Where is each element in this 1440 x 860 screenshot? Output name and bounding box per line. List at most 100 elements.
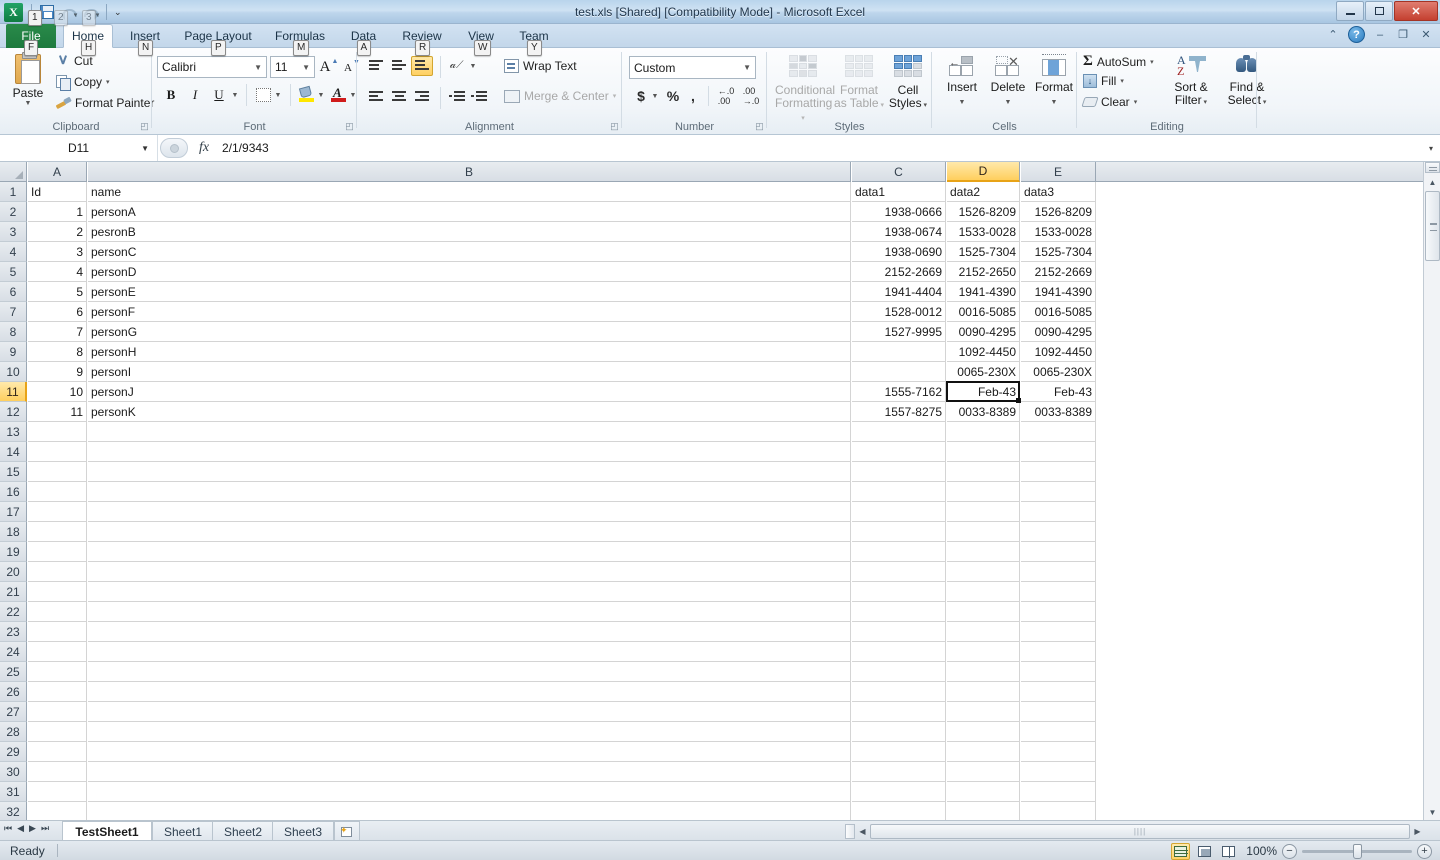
cell-E28[interactable] (1021, 722, 1096, 742)
delete-cells-dropdown-icon[interactable]: ▼ (1005, 99, 1012, 106)
format-as-table-button[interactable]: Format as Table ▾ (834, 53, 884, 112)
row-header-16[interactable]: 16 (0, 482, 27, 502)
collapse-ribbon-button[interactable]: ⌃ (1325, 27, 1341, 43)
cell-D24[interactable] (947, 642, 1020, 662)
increase-indent-button[interactable] (469, 88, 489, 106)
cell-A8[interactable]: 7 (28, 322, 87, 342)
row-header-19[interactable]: 19 (0, 542, 27, 562)
cell-B21[interactable] (88, 582, 851, 602)
cell-C17[interactable] (852, 502, 946, 522)
cell-C3[interactable]: 1938-0674 (852, 222, 946, 242)
formula-bar-buttons[interactable] (160, 138, 188, 158)
comma-format-button[interactable]: , (684, 86, 702, 106)
cell-D14[interactable] (947, 442, 1020, 462)
ribbon-restore-button[interactable]: ❐ (1395, 27, 1411, 43)
nav-next-sheet-button[interactable]: ▶ (29, 823, 36, 834)
cell-D22[interactable] (947, 602, 1020, 622)
column-header-C[interactable]: C (852, 162, 946, 182)
row-header-4[interactable]: 4 (0, 242, 27, 262)
cell-C19[interactable] (852, 542, 946, 562)
cell-D2[interactable]: 1526-8209 (947, 202, 1020, 222)
cell-B25[interactable] (88, 662, 851, 682)
cell-E17[interactable] (1021, 502, 1096, 522)
increase-decimal-button[interactable]: ←.0.00 (714, 86, 738, 106)
font-size-combo[interactable]: 11 ▼ (270, 56, 315, 78)
cell-B26[interactable] (88, 682, 851, 702)
window-minimize-button[interactable] (1336, 1, 1364, 21)
cell-B15[interactable] (88, 462, 851, 482)
font-color-button[interactable]: A (330, 85, 347, 103)
nav-first-sheet-button[interactable]: ⏮ (4, 823, 12, 834)
cell-C8[interactable]: 1527-9995 (852, 322, 946, 342)
fill-color-dropdown-button[interactable]: ▼ (316, 88, 326, 102)
grow-font-button[interactable]: A ▲ (319, 57, 339, 77)
cell-B29[interactable] (88, 742, 851, 762)
borders-button[interactable] (254, 86, 272, 103)
bottom-align-button[interactable] (411, 56, 433, 76)
cell-C32[interactable] (852, 802, 946, 822)
row-header-13[interactable]: 13 (0, 422, 27, 442)
row-header-2[interactable]: 2 (0, 202, 27, 222)
cell-B28[interactable] (88, 722, 851, 742)
scroll-right-button[interactable]: ▶ (1410, 824, 1425, 839)
cell-A20[interactable] (28, 562, 87, 582)
cell-E23[interactable] (1021, 622, 1096, 642)
cell-A1[interactable]: Id (28, 182, 87, 202)
cell-A7[interactable]: 6 (28, 302, 87, 322)
row-header-17[interactable]: 17 (0, 502, 27, 522)
bold-button[interactable]: B (160, 84, 182, 105)
column-header-E[interactable]: E (1021, 162, 1096, 182)
cell-E12[interactable]: 0033-8389 (1021, 402, 1096, 422)
cell-styles-dropdown-icon[interactable]: ▾ (922, 102, 928, 109)
row-header-6[interactable]: 6 (0, 282, 27, 302)
middle-align-button[interactable] (388, 56, 410, 76)
cell-C1[interactable]: data1 (852, 182, 946, 202)
cell-B22[interactable] (88, 602, 851, 622)
orientation-dropdown-button[interactable]: ▼ (468, 59, 478, 73)
zoom-slider-thumb[interactable] (1353, 843, 1362, 859)
cell-E2[interactable]: 1526-8209 (1021, 202, 1096, 222)
cell-B2[interactable]: personA (88, 202, 851, 222)
row-header-30[interactable]: 30 (0, 762, 27, 782)
cell-E32[interactable] (1021, 802, 1096, 822)
cell-E21[interactable] (1021, 582, 1096, 602)
cell-D31[interactable] (947, 782, 1020, 802)
autosum-button[interactable]: Σ AutoSum ▾ (1083, 53, 1154, 70)
cell-C16[interactable] (852, 482, 946, 502)
cell-A18[interactable] (28, 522, 87, 542)
row-header-21[interactable]: 21 (0, 582, 27, 602)
customize-qat-button[interactable]: ⌄ (112, 7, 124, 18)
cell-B9[interactable]: personH (88, 342, 851, 362)
cell-E22[interactable] (1021, 602, 1096, 622)
vertical-split-box[interactable] (1425, 162, 1440, 173)
row-header-27[interactable]: 27 (0, 702, 27, 722)
cell-E16[interactable] (1021, 482, 1096, 502)
cell-A3[interactable]: 2 (28, 222, 87, 242)
cell-C10[interactable] (852, 362, 946, 382)
cell-A23[interactable] (28, 622, 87, 642)
font-size-dropdown-icon[interactable]: ▼ (302, 63, 310, 72)
row-header-29[interactable]: 29 (0, 742, 27, 762)
cell-B4[interactable]: personC (88, 242, 851, 262)
cut-button[interactable]: Cut (56, 54, 93, 68)
cell-E14[interactable] (1021, 442, 1096, 462)
sheet-tab-sheet2[interactable]: Sheet2 (212, 821, 274, 841)
cell-B30[interactable] (88, 762, 851, 782)
cell-E29[interactable] (1021, 742, 1096, 762)
decrease-decimal-button[interactable]: .00 →.0 (739, 86, 763, 106)
row-header-14[interactable]: 14 (0, 442, 27, 462)
font-name-dropdown-icon[interactable]: ▼ (254, 63, 262, 72)
normal-view-button[interactable] (1171, 842, 1190, 860)
cell-E4[interactable]: 1525-7304 (1021, 242, 1096, 262)
format-as-table-dropdown-icon[interactable]: ▾ (879, 102, 884, 109)
ribbon-minimize-button[interactable]: – (1372, 27, 1388, 43)
cell-B24[interactable] (88, 642, 851, 662)
row-header-5[interactable]: 5 (0, 262, 27, 282)
cell-D12[interactable]: 0033-8389 (947, 402, 1020, 422)
sheet-tab-sheet1[interactable]: Sheet1 (152, 821, 214, 841)
cell-E3[interactable]: 1533-0028 (1021, 222, 1096, 242)
cell-C25[interactable] (852, 662, 946, 682)
column-header-D[interactable]: D (947, 162, 1020, 182)
fill-button[interactable]: ↓ Fill ▾ (1083, 74, 1124, 88)
cell-C9[interactable] (852, 342, 946, 362)
